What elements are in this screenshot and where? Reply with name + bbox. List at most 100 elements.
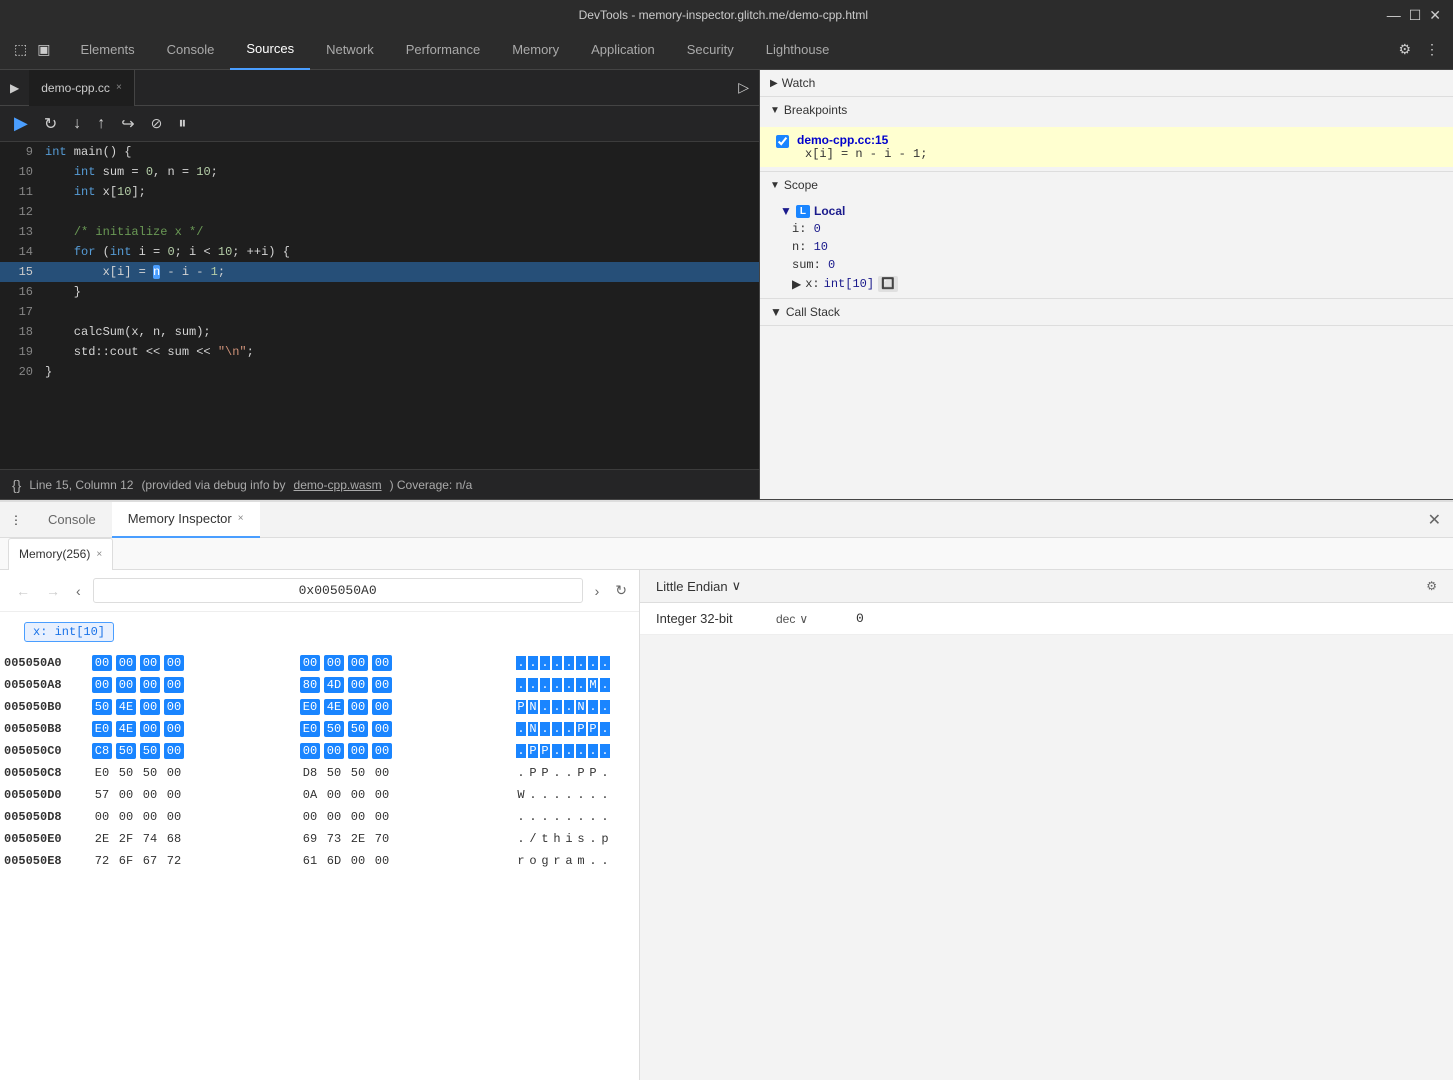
hex-byte[interactable]: 50 (324, 765, 344, 781)
hex-byte[interactable]: 00 (324, 809, 344, 825)
hex-byte[interactable]: 00 (372, 743, 392, 759)
hex-char[interactable]: p (600, 832, 610, 846)
hex-char[interactable]: . (600, 810, 610, 824)
hex-char[interactable]: . (600, 766, 610, 780)
hex-char[interactable]: . (540, 810, 550, 824)
prev-page-button[interactable]: ‹ (72, 581, 85, 601)
hex-byte[interactable]: 00 (164, 655, 184, 671)
hex-byte[interactable]: 2E (348, 831, 368, 847)
hex-char[interactable]: . (576, 678, 586, 692)
tab-security[interactable]: Security (671, 30, 750, 70)
hex-byte[interactable]: E0 (92, 721, 112, 737)
hex-char[interactable]: . (516, 678, 526, 692)
play-icon[interactable]: ▷ (728, 79, 759, 96)
hex-char[interactable]: P (528, 766, 538, 780)
hex-byte[interactable]: 72 (164, 853, 184, 869)
call-stack-header[interactable]: ▼ Call Stack (760, 299, 1453, 325)
hex-char[interactable]: . (552, 700, 562, 714)
hex-byte[interactable]: 69 (300, 831, 320, 847)
hex-char[interactable]: . (552, 788, 562, 802)
hex-byte[interactable]: 00 (164, 787, 184, 803)
hex-char[interactable]: s (576, 832, 586, 846)
hex-byte[interactable]: 00 (372, 809, 392, 825)
step-out-button[interactable]: ↑ (91, 111, 111, 137)
hex-char[interactable]: . (540, 700, 550, 714)
hex-char[interactable]: N (528, 700, 538, 714)
hex-char[interactable]: a (564, 854, 574, 868)
hex-char[interactable]: / (528, 832, 538, 846)
hex-byte[interactable]: 00 (140, 809, 160, 825)
scope-header[interactable]: ▼ Scope (760, 172, 1453, 198)
hex-char[interactable]: . (588, 854, 598, 868)
bottom-panel-close[interactable]: ✕ (1416, 510, 1453, 530)
hex-char[interactable]: . (528, 656, 538, 670)
panel-toggle[interactable]: ▶ (0, 81, 29, 95)
hex-byte[interactable]: 00 (348, 655, 368, 671)
next-page-button[interactable]: › (591, 581, 604, 601)
hex-byte[interactable]: 00 (300, 809, 320, 825)
dock-icon[interactable]: ▣ (33, 37, 54, 62)
hex-char[interactable]: . (516, 810, 526, 824)
hex-char[interactable]: . (528, 788, 538, 802)
format-selector[interactable]: dec ∨ (776, 612, 856, 626)
hex-char[interactable]: . (600, 788, 610, 802)
hex-char[interactable]: . (552, 810, 562, 824)
minimize-button[interactable]: — (1387, 7, 1401, 24)
inspector-settings-icon[interactable]: ⚙ (1426, 579, 1437, 593)
window-controls[interactable]: — ☐ ✕ (1387, 7, 1453, 24)
step-button[interactable]: ↪ (115, 110, 140, 138)
hex-byte[interactable]: 00 (348, 787, 368, 803)
tab-console[interactable]: Console (151, 30, 231, 70)
hex-byte[interactable]: 00 (164, 677, 184, 693)
hex-byte[interactable]: 50 (348, 721, 368, 737)
pause-button[interactable]: ⏸ (172, 111, 192, 137)
hex-char[interactable]: P (528, 744, 538, 758)
hex-char[interactable]: P (540, 766, 550, 780)
hex-byte[interactable]: 50 (92, 699, 112, 715)
hex-byte[interactable]: E0 (300, 721, 320, 737)
hex-char[interactable]: . (516, 744, 526, 758)
hex-char[interactable]: t (540, 832, 550, 846)
hex-char[interactable]: . (600, 744, 610, 758)
hex-char[interactable]: . (564, 656, 574, 670)
hex-byte[interactable]: 67 (140, 853, 160, 869)
hex-char[interactable]: . (564, 700, 574, 714)
memory-256-tab[interactable]: Memory(256) × (8, 538, 113, 570)
hex-byte[interactable]: 50 (116, 743, 136, 759)
hex-byte[interactable]: 50 (140, 765, 160, 781)
hex-byte[interactable]: 00 (324, 787, 344, 803)
hex-char[interactable]: . (528, 678, 538, 692)
tab-performance[interactable]: Performance (390, 30, 496, 70)
hex-byte[interactable]: 00 (116, 655, 136, 671)
tab-memory-inspector[interactable]: Memory Inspector × (112, 502, 260, 538)
tab-application[interactable]: Application (575, 30, 671, 70)
hex-byte[interactable]: 00 (116, 677, 136, 693)
hex-char[interactable]: . (528, 810, 538, 824)
tab-network[interactable]: Network (310, 30, 390, 70)
step-into-button[interactable]: ↓ (67, 111, 87, 137)
hex-byte[interactable]: 50 (348, 765, 368, 781)
deactivate-button[interactable]: ⊘ (145, 111, 169, 136)
memory-inspector-close[interactable]: × (238, 513, 244, 524)
hex-byte[interactable]: 4E (324, 699, 344, 715)
hex-char[interactable]: . (588, 788, 598, 802)
breakpoints-header[interactable]: ▼ Breakpoints (760, 97, 1453, 123)
hex-byte[interactable]: 4E (116, 699, 136, 715)
hex-byte[interactable]: 68 (164, 831, 184, 847)
hex-byte[interactable]: 4D (324, 677, 344, 693)
hex-byte[interactable]: 00 (300, 743, 320, 759)
hex-byte[interactable]: 0A (300, 787, 320, 803)
tab-lighthouse[interactable]: Lighthouse (750, 30, 846, 70)
hex-char[interactable]: o (528, 854, 538, 868)
hex-byte[interactable]: 6D (324, 853, 344, 869)
hex-char[interactable]: P (588, 766, 598, 780)
hex-byte[interactable]: 72 (92, 853, 112, 869)
hex-char[interactable]: . (564, 810, 574, 824)
hex-char[interactable]: . (552, 678, 562, 692)
memory-icon[interactable]: 🔲 (878, 276, 898, 292)
hex-char[interactable]: r (516, 854, 526, 868)
file-tab-demo-cpp[interactable]: demo-cpp.cc × (29, 70, 135, 106)
hex-byte[interactable]: 00 (164, 699, 184, 715)
tab-console-bottom[interactable]: Console (32, 502, 112, 538)
hex-char[interactable]: . (540, 722, 550, 736)
